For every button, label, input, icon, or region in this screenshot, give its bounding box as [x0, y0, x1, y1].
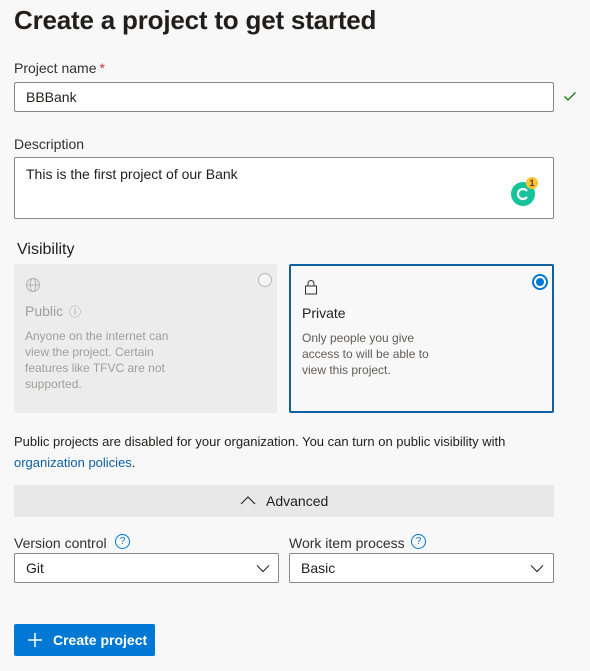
version-control-select[interactable]: Git	[14, 553, 279, 583]
version-control-value: Git	[26, 560, 44, 576]
notice-suffix: .	[131, 455, 136, 470]
public-radio[interactable]	[258, 273, 272, 287]
visibility-private-card[interactable]: Private Only people you give access to w…	[289, 264, 554, 413]
work-item-process-help-icon[interactable]: ?	[411, 534, 426, 549]
chevron-up-icon	[240, 496, 256, 505]
notice-text: Public projects are disabled for your or…	[14, 434, 506, 449]
project-name-label-text: Project name	[14, 60, 97, 76]
visibility-public-card[interactable]: Public ⓘ Anyone on the internet can view…	[14, 264, 277, 413]
info-icon[interactable]: ⓘ	[69, 305, 81, 319]
private-radio[interactable]	[532, 274, 548, 290]
organization-policies-link[interactable]: organization policies	[14, 455, 132, 470]
create-project-label: Create project	[53, 632, 148, 648]
required-mark: *	[99, 60, 105, 76]
work-item-process-value: Basic	[301, 560, 336, 576]
page-title: Create a project to get started	[14, 5, 377, 35]
lock-icon	[305, 280, 317, 295]
checkmark-icon	[564, 92, 576, 101]
description-label: Description	[14, 136, 85, 152]
chevron-down-icon	[256, 565, 270, 573]
create-project-button[interactable]: Create project	[14, 624, 155, 656]
project-name-input[interactable]: BBBank	[14, 82, 554, 112]
version-control-help-icon[interactable]: ?	[115, 534, 130, 549]
private-description: Only people you give access to will be a…	[302, 331, 429, 377]
public-disabled-notice: Public projects are disabled for your or…	[14, 431, 574, 473]
project-name-label: Project name *	[14, 60, 105, 76]
description-input[interactable]: This is the first project of our Bank	[14, 157, 554, 219]
grammarly-count-badge: 1	[526, 177, 538, 189]
work-item-process-label: Work item process	[289, 535, 405, 551]
private-title: Private	[302, 305, 346, 321]
visibility-heading: Visibility	[17, 241, 75, 258]
chevron-down-icon	[530, 565, 544, 573]
public-description: Anyone on the internet can view the proj…	[25, 329, 169, 391]
globe-icon	[26, 278, 40, 292]
public-title-text: Public	[25, 303, 64, 319]
plus-icon	[28, 633, 42, 647]
advanced-toggle[interactable]: Advanced	[14, 485, 554, 517]
public-title: Public ⓘ	[25, 303, 81, 320]
work-item-process-select[interactable]: Basic	[289, 553, 554, 583]
version-control-label: Version control	[14, 535, 107, 551]
advanced-label: Advanced	[266, 493, 329, 509]
